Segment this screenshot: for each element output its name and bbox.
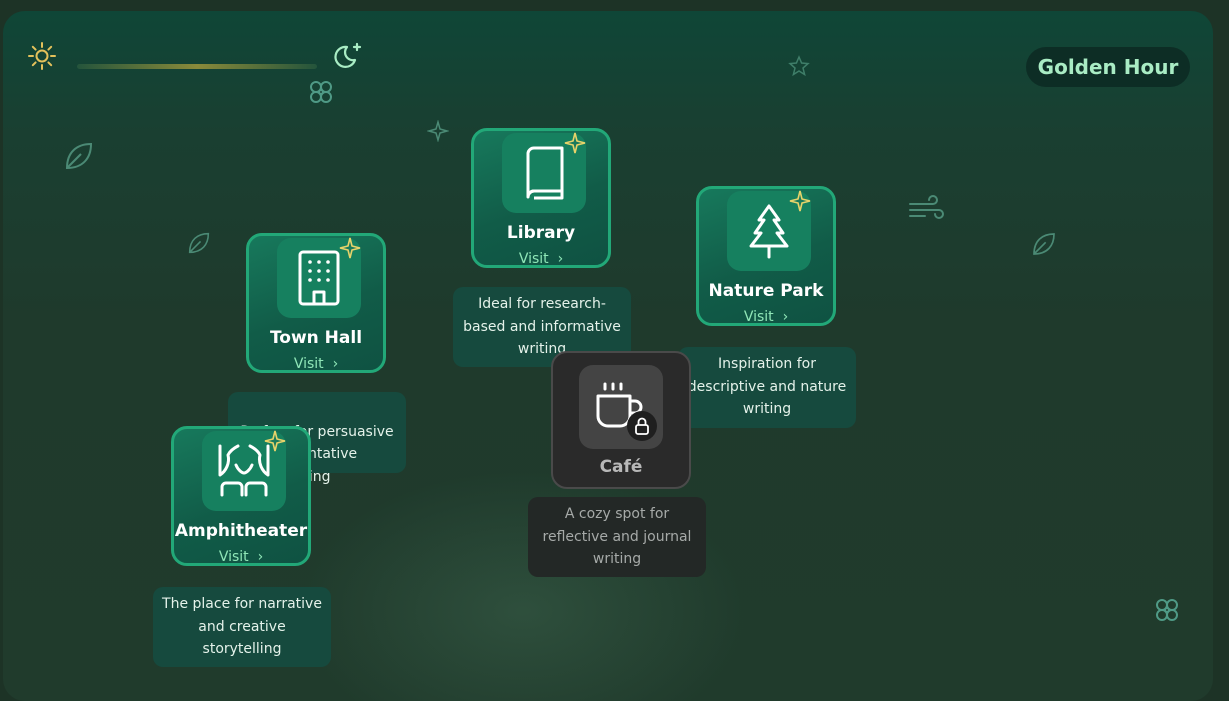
sun-icon (28, 42, 56, 70)
leaf-icon (188, 232, 210, 254)
star-outline-icon (788, 55, 810, 77)
sparkle-icon (264, 430, 286, 452)
location-name: Amphitheater (174, 521, 308, 541)
location-name: Library (506, 223, 576, 243)
location-card-amphitheater[interactable]: Amphitheater Visit › (171, 426, 311, 566)
visit-link[interactable]: Visit › (174, 549, 308, 565)
pine-tree-icon (749, 204, 789, 259)
leaf-icon (65, 142, 93, 170)
time-of-day-slider[interactable] (77, 64, 317, 69)
building-icon (298, 250, 340, 306)
sparkle-icon (339, 237, 361, 259)
time-of-day-badge: Golden Hour (1026, 47, 1190, 87)
location-card-nature-park[interactable]: Nature Park Visit › (696, 186, 836, 326)
visit-link[interactable]: Visit › (249, 356, 383, 372)
flower-icon (310, 81, 332, 103)
moon-stars-icon (334, 42, 362, 68)
sparkle-outline-icon (427, 120, 449, 142)
sparkle-icon (789, 190, 811, 212)
wind-icon (909, 195, 944, 219)
book-icon (526, 146, 564, 200)
visit-link[interactable]: Visit › (474, 251, 608, 267)
lock-badge (627, 411, 657, 441)
location-card-library[interactable]: Library Visit › (471, 128, 611, 268)
app-frame: Golden Hour Library Visit › Ideal for re… (3, 11, 1213, 701)
visit-link[interactable]: Visit › (699, 309, 833, 325)
sparkle-icon (564, 132, 586, 154)
location-description: The place for narrative and creative sto… (153, 587, 331, 667)
location-card-cafe[interactable]: Café (551, 351, 691, 489)
flower-icon (1156, 599, 1178, 621)
location-card-town-hall[interactable]: Town Hall Visit › (246, 233, 386, 373)
location-description: A cozy spot for reflective and journal w… (528, 497, 706, 577)
time-of-day-label: Golden Hour (1037, 55, 1179, 79)
location-name: Town Hall (269, 328, 363, 348)
location-description: Inspiration for descriptive and nature w… (678, 347, 856, 428)
location-name: Nature Park (708, 281, 824, 301)
location-name: Café (599, 457, 643, 477)
lock-icon (635, 417, 649, 435)
leaf-icon (1033, 233, 1055, 255)
